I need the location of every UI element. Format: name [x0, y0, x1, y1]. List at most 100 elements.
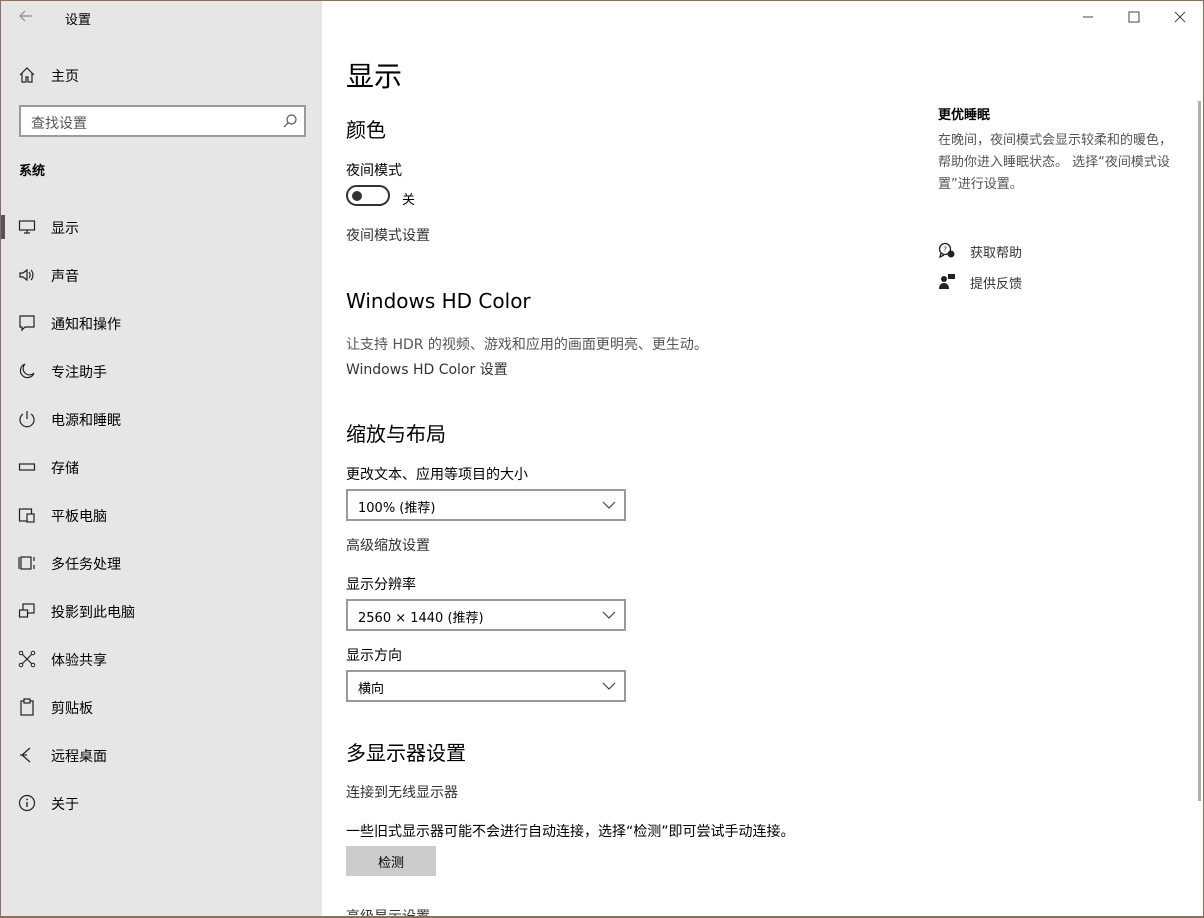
sidebar-item-label: 体验共享: [51, 653, 107, 669]
toggle-knob: [352, 191, 362, 201]
sidebar-item-label: 远程桌面: [51, 749, 107, 765]
sidebar-item-display[interactable]: 显示: [1, 203, 322, 251]
aside-title: 更优睡眠: [938, 108, 991, 123]
resolution-label: 显示分辨率: [346, 577, 416, 593]
moon-icon: [19, 363, 35, 379]
sidebar-item-clipboard[interactable]: 剪贴板: [1, 683, 322, 731]
maximize-button[interactable]: [1111, 1, 1157, 33]
title-bar: 设置: [1, 1, 322, 33]
back-button[interactable]: [15, 5, 37, 27]
close-icon: [1174, 11, 1186, 23]
search-placeholder: 查找设置: [31, 116, 87, 132]
window-controls: [1065, 1, 1203, 33]
resolution-dropdown[interactable]: 2560 × 1440 (推荐): [346, 599, 626, 631]
sidebar: 设置 主页 查找设置 系统 显示 声音 通知和操作 专注助手 电源和睡眠 存储 …: [1, 1, 322, 916]
maximize-icon: [1128, 11, 1140, 23]
sidebar-item-label: 专注助手: [51, 365, 107, 381]
notification-icon: [19, 315, 35, 332]
monitor-icon: [18, 220, 36, 234]
orientation-dropdown[interactable]: 横向: [346, 670, 626, 702]
sidebar-item-about[interactable]: 关于: [1, 779, 322, 827]
hdr-description: 让支持 HDR 的视频、游戏和应用的画面更明亮、更生动。: [346, 337, 708, 353]
sidebar-item-label: 电源和睡眠: [51, 413, 121, 429]
hdr-settings-link[interactable]: Windows HD Color 设置: [346, 359, 508, 379]
toggle-state-label: 关: [402, 193, 416, 208]
sidebar-item-storage[interactable]: 存储: [1, 443, 322, 491]
remote-icon: [20, 747, 31, 763]
sidebar-item-label: 关于: [51, 797, 79, 813]
info-icon: [18, 794, 36, 812]
close-button[interactable]: [1157, 1, 1203, 33]
advanced-display-link[interactable]: 高级显示设置: [346, 906, 430, 916]
section-heading-hdr: Windows HD Color: [346, 289, 531, 313]
tablet-icon: [18, 508, 35, 523]
chevron-down-icon: [602, 611, 616, 619]
sidebar-item-label: 剪贴板: [51, 701, 93, 717]
chevron-down-icon: [602, 682, 616, 690]
sidebar-item-sound[interactable]: 声音: [1, 251, 322, 299]
give-feedback-label: 提供反馈: [970, 277, 1023, 292]
night-light-label: 夜间模式: [346, 163, 402, 179]
speaker-icon: [19, 268, 34, 282]
sidebar-item-label: 投影到此电脑: [51, 605, 135, 621]
help-chat-icon: ?: [938, 242, 955, 259]
dropdown-value: 横向: [358, 682, 385, 697]
detect-description: 一些旧式显示器可能不会进行自动连接，选择“检测”即可尝试手动连接。: [346, 824, 795, 840]
share-icon: [18, 650, 36, 668]
night-light-settings-link[interactable]: 夜间模式设置: [346, 225, 430, 245]
sidebar-item-tablet[interactable]: 平板电脑: [1, 491, 322, 539]
minimize-icon: [1083, 16, 1093, 18]
power-icon: [19, 411, 35, 428]
scale-size-label: 更改文本、应用等项目的大小: [346, 467, 528, 483]
section-heading-multiple-displays: 多显示器设置: [346, 741, 466, 765]
page-title: 显示: [346, 60, 403, 93]
sidebar-item-remote-desktop[interactable]: 远程桌面: [1, 731, 322, 779]
dropdown-value: 100% (推荐): [358, 501, 436, 516]
dropdown-value: 2560 × 1440 (推荐): [358, 611, 484, 626]
arrow-left-icon: [19, 10, 32, 22]
sidebar-item-label: 多任务处理: [51, 557, 121, 573]
sidebar-item-shared-experiences[interactable]: 体验共享: [1, 635, 322, 683]
sidebar-item-label: 平板电脑: [51, 509, 107, 525]
project-icon: [18, 603, 35, 618]
get-help-label: 获取帮助: [970, 246, 1023, 261]
get-help-link[interactable]: ? 获取帮助: [938, 240, 1178, 262]
scrollbar[interactable]: [1198, 101, 1201, 801]
chevron-down-icon: [602, 501, 616, 509]
sidebar-item-projecting[interactable]: 投影到此电脑: [1, 587, 322, 635]
sidebar-nav: 显示 声音 通知和操作 专注助手 电源和睡眠 存储 平板电脑 多任务处理 投影到…: [1, 203, 322, 827]
sidebar-item-multitasking[interactable]: 多任务处理: [1, 539, 322, 587]
night-light-toggle[interactable]: [346, 185, 390, 206]
svg-text:?: ?: [943, 246, 947, 254]
sidebar-item-notifications[interactable]: 通知和操作: [1, 299, 322, 347]
feedback-icon: [939, 274, 955, 289]
sidebar-item-label: 存储: [51, 461, 79, 477]
storage-icon: [18, 463, 36, 471]
aside-description: 在晚间，夜间模式会显示较柔和的暖色，帮助你进入睡眠状态。 选择“夜间模式设置”进…: [938, 133, 1173, 192]
give-feedback-link[interactable]: 提供反馈: [938, 271, 1178, 293]
search-input[interactable]: 查找设置: [19, 105, 306, 137]
detect-button[interactable]: 检测: [346, 846, 436, 876]
sidebar-item-label: 通知和操作: [51, 317, 121, 333]
clipboard-icon: [20, 698, 34, 716]
minimize-button[interactable]: [1065, 1, 1111, 33]
sidebar-item-focus-assist[interactable]: 专注助手: [1, 347, 322, 395]
advanced-scaling-link[interactable]: 高级缩放设置: [346, 535, 430, 555]
orientation-label: 显示方向: [346, 648, 402, 664]
scale-dropdown[interactable]: 100% (推荐): [346, 489, 626, 521]
sidebar-item-label: 声音: [51, 269, 79, 285]
section-heading-color: 颜色: [346, 118, 386, 142]
search-icon[interactable]: [282, 113, 298, 129]
wireless-display-link[interactable]: 连接到无线显示器: [346, 782, 458, 802]
sidebar-item-label: 显示: [51, 221, 79, 237]
sidebar-item-home[interactable]: 主页: [1, 59, 322, 91]
app-title: 设置: [65, 13, 92, 28]
sidebar-item-power[interactable]: 电源和睡眠: [1, 395, 322, 443]
multitask-icon: [18, 556, 35, 570]
home-icon: [19, 67, 35, 83]
main-content: 显示 颜色 夜间模式 关 夜间模式设置 Windows HD Color 让支持…: [322, 1, 1203, 916]
settings-window: 设置 主页 查找设置 系统 显示 声音 通知和操作 专注助手 电源和睡眠 存储 …: [1, 1, 1203, 916]
section-heading-scale: 缩放与布局: [346, 422, 446, 446]
sidebar-item-label: 主页: [51, 69, 79, 85]
section-label: 系统: [19, 164, 46, 179]
